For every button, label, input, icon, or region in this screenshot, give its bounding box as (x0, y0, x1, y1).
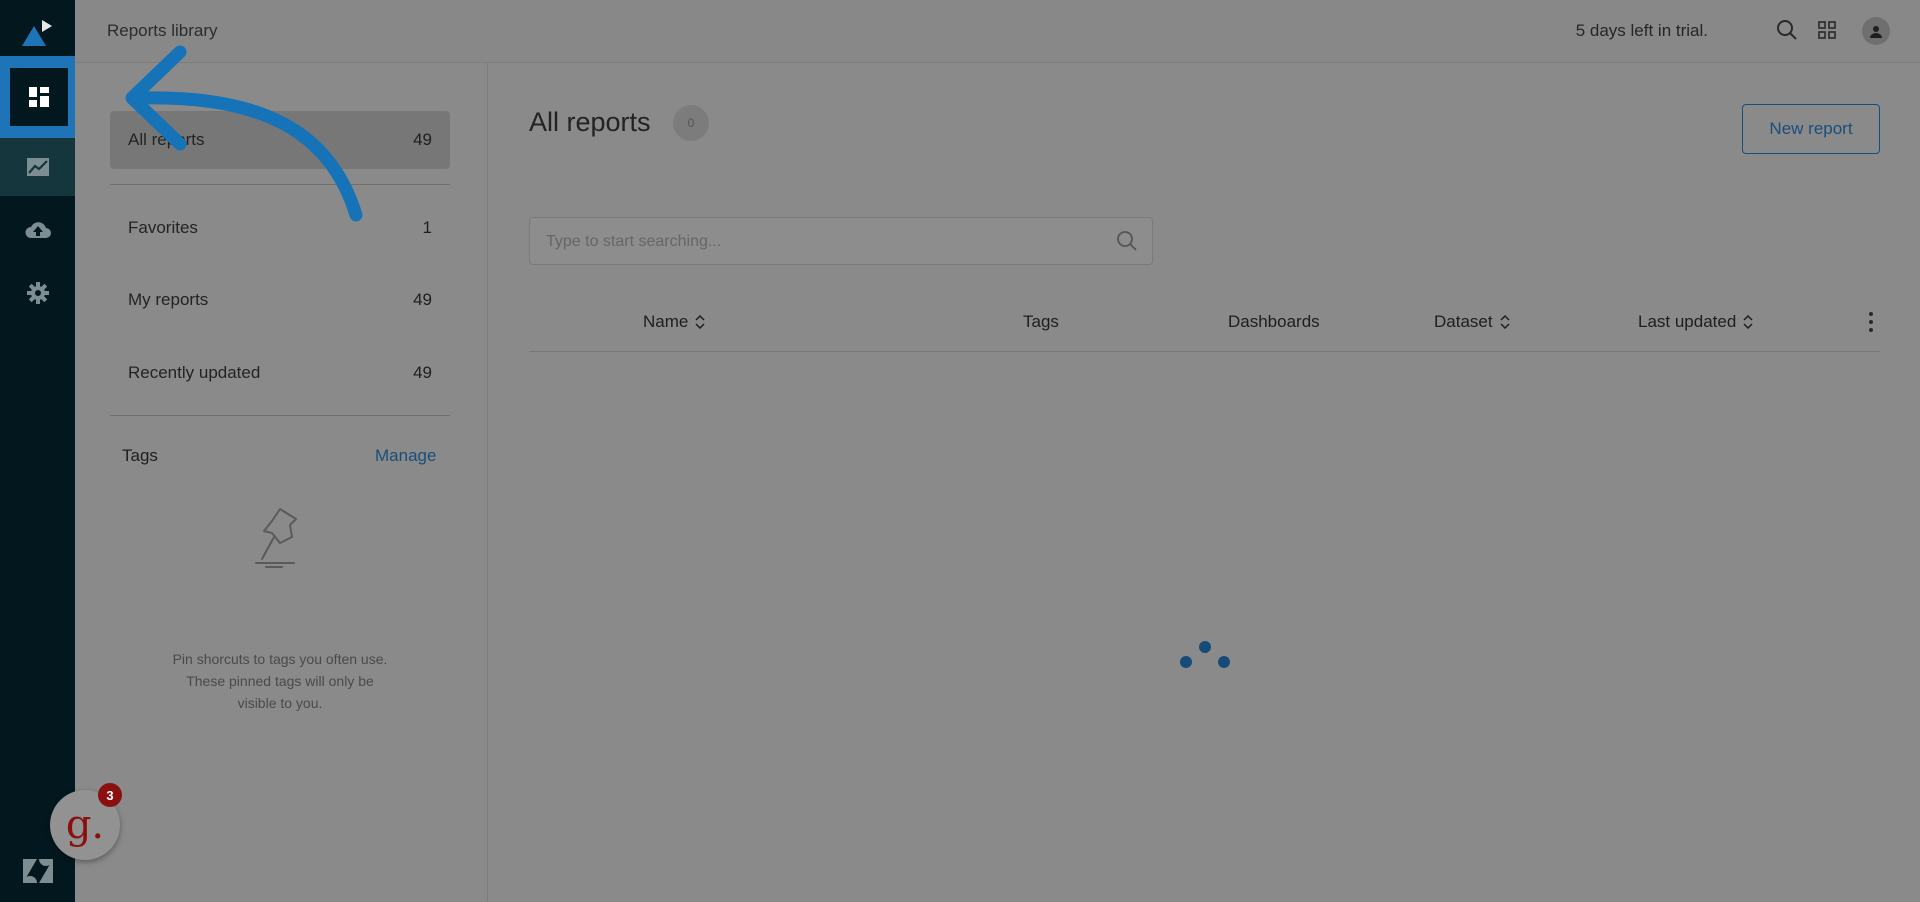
column-header-dataset[interactable]: Dataset (1434, 312, 1511, 332)
nav-reports-button[interactable] (0, 138, 75, 196)
sidebar-item-count: 49 (413, 363, 432, 382)
tags-empty-state-text: Pin shorcuts to tags you often use. Thes… (145, 648, 415, 714)
sidebar-item-count: 49 (413, 290, 432, 309)
zendesk-logo-icon (23, 859, 53, 883)
search-icon[interactable] (1116, 230, 1138, 252)
product-tray-icon (1818, 21, 1836, 39)
user-avatar[interactable] (1862, 17, 1890, 45)
column-header-dashboards: Dashboards (1228, 312, 1320, 332)
report-count-badge: 0 (673, 105, 709, 141)
user-avatar-icon (1870, 26, 1882, 38)
app-nav-rail (0, 0, 77, 902)
product-tray-button[interactable] (1817, 17, 1837, 43)
manage-tags-link[interactable]: Manage (375, 446, 436, 466)
reports-chart-icon (26, 158, 49, 176)
sidebar-item-my-reports[interactable]: My reports 49 (110, 271, 450, 329)
tutorial-arrow-icon (125, 45, 363, 222)
empty-state-line: Pin shorcuts to tags you often use. (172, 651, 388, 667)
table-header-divider (529, 351, 1880, 352)
notification-badge: 3 (98, 783, 122, 807)
nav-dashboard-button[interactable] (0, 56, 77, 138)
column-header-last-updated[interactable]: Last updated (1638, 312, 1754, 332)
loading-spinner-icon (1180, 641, 1230, 668)
divider (110, 415, 450, 416)
reports-main: All reports 0 New report Name Tags Dashb… (488, 63, 1920, 902)
sidebar-item-label: Recently updated (128, 363, 261, 382)
column-label: Dashboards (1228, 312, 1320, 331)
sidebar-item-recently-updated[interactable]: Recently updated 49 (110, 344, 450, 402)
guide-widget-letter: g. (65, 802, 105, 848)
sidebar-item-count: 49 (413, 130, 432, 149)
breadcrumb: Reports library (107, 21, 218, 40)
sort-icon (695, 314, 705, 330)
tags-heading: Tags (122, 446, 158, 465)
column-label: Dataset (1434, 312, 1493, 331)
column-label: Tags (1023, 312, 1059, 331)
search-icon (1777, 20, 1797, 40)
explore-logo-icon[interactable] (20, 16, 56, 48)
column-label: Name (643, 312, 689, 331)
nav-upload-button[interactable] (0, 200, 75, 258)
empty-state-line: These pinned tags will only be (186, 673, 374, 689)
page-title: All reports (529, 107, 651, 137)
nav-settings-button[interactable] (0, 264, 75, 322)
column-label: Last updated (1638, 312, 1737, 331)
upload-cloud-icon (25, 222, 51, 238)
sidebar-item-label: My reports (128, 290, 209, 309)
search-input[interactable] (544, 228, 1088, 256)
sort-icon (1743, 314, 1753, 330)
column-header-name[interactable]: Name (643, 312, 706, 332)
sidebar-item-count: 1 (422, 218, 432, 237)
header-search-button[interactable] (1774, 17, 1800, 43)
sort-icon (1500, 314, 1510, 330)
dashboard-icon (28, 87, 49, 107)
empty-state-line: visible to you. (237, 695, 323, 711)
report-search-box (529, 217, 1153, 265)
trial-status-text[interactable]: 5 days left in trial. (1576, 21, 1708, 41)
settings-gear-icon (26, 282, 49, 304)
column-header-tags: Tags (1023, 312, 1059, 332)
new-report-button[interactable]: New report (1742, 104, 1880, 154)
more-options-icon[interactable] (1867, 311, 1875, 333)
pushpin-illustration-icon (255, 508, 297, 568)
